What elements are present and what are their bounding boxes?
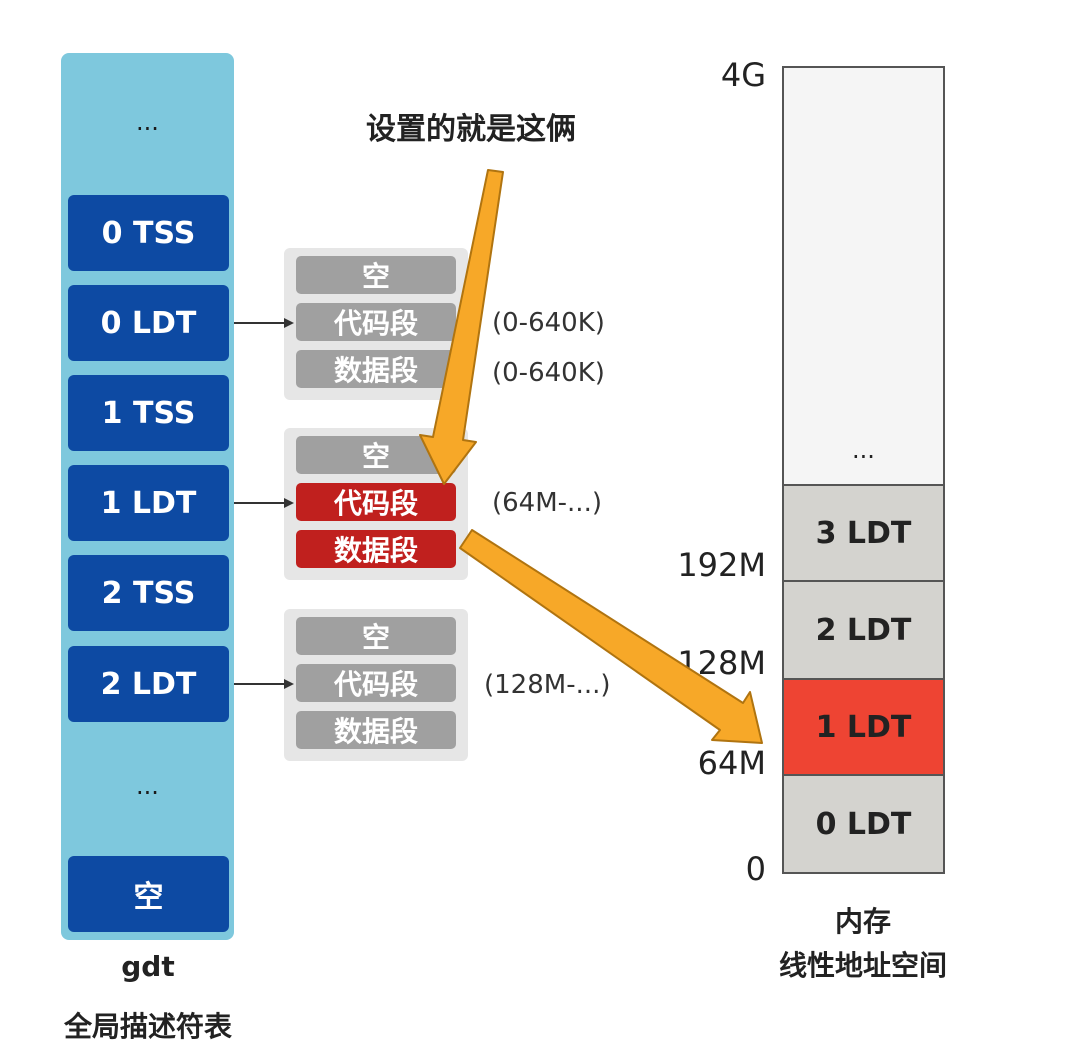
ldt-to-memory-arrow: [459, 529, 763, 744]
annotation-arrow: [419, 169, 504, 485]
arrows-layer: [234, 169, 763, 744]
